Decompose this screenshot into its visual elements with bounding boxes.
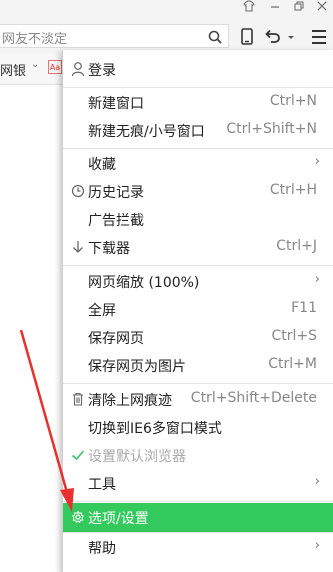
chevron-down-icon[interactable]: ⌄ <box>31 59 39 70</box>
shortcut-label: Ctrl+H <box>269 182 317 198</box>
menu-item-ad-block[interactable]: 广告拦截 <box>63 205 333 233</box>
shortcut-label: Ctrl+S <box>271 328 317 344</box>
menu-divider <box>63 383 333 384</box>
menu-item-label: 历史记录 <box>88 185 144 201</box>
menu-item-label: 新建窗口 <box>88 96 144 112</box>
menu-icon[interactable] <box>308 26 330 48</box>
menu-item-options-settings[interactable]: 选项/设置 <box>63 503 333 532</box>
shortcut-label: Ctrl+Shift+N <box>226 121 317 137</box>
chevron-right-icon: › <box>314 474 320 489</box>
menu-item-history[interactable]: 历史记录 Ctrl+H <box>63 177 333 205</box>
trash-icon <box>71 391 85 407</box>
undo-icon[interactable] <box>262 26 284 48</box>
search-icon[interactable] <box>207 29 223 45</box>
menu-item-label: 帮助 <box>88 541 116 557</box>
address-bar[interactable]: 网友不淡定 <box>0 24 229 48</box>
menu-item-zoom[interactable]: 网页缩放 (100%) › <box>63 267 333 295</box>
menu-item-label: 收藏 <box>88 157 116 173</box>
menu-item-label: 工具 <box>88 477 116 493</box>
gear-icon <box>71 509 85 525</box>
aa-badge-icon[interactable]: Aa <box>48 60 62 74</box>
check-icon <box>71 447 85 463</box>
dropdown-icon[interactable] <box>285 26 297 48</box>
menu-item-help[interactable]: 帮助 › <box>63 533 333 561</box>
menu-item-tools[interactable]: 工具 › <box>63 469 333 497</box>
shortcut-label: Ctrl+Shift+Delete <box>190 390 317 406</box>
menu-item-label: 保存网页 <box>88 331 144 347</box>
mobile-icon[interactable] <box>236 26 258 48</box>
shortcut-label: Ctrl+M <box>268 356 317 372</box>
shortcut-label: Ctrl+N <box>269 93 317 109</box>
browser-toolbar: 网友不淡定 <box>0 18 333 54</box>
user-icon <box>71 61 85 77</box>
skin-icon[interactable] <box>238 0 260 18</box>
menu-item-downloader[interactable]: 下载器 Ctrl+J <box>63 233 333 261</box>
clock-icon <box>71 183 85 199</box>
close-icon[interactable] <box>311 0 333 18</box>
menu-item-label: 下载器 <box>88 241 130 257</box>
title-bar <box>0 0 333 18</box>
menu-item-label: 保存网页为图片 <box>88 359 186 375</box>
chevron-right-icon: › <box>314 538 320 553</box>
menu-item-label: 广告拦截 <box>88 213 144 229</box>
shortcut-label: F11 <box>291 300 317 316</box>
chevron-right-icon: › <box>314 272 320 287</box>
menu-item-label: 选项/设置 <box>88 511 149 527</box>
menu-item-label: 网页缩放 (100%) <box>88 275 200 291</box>
minimize-icon[interactable] <box>264 0 286 18</box>
menu-item-label: 新建无痕/小号窗口 <box>88 124 205 140</box>
menu-item-new-window[interactable]: 新建窗口 Ctrl+N <box>63 88 333 116</box>
menu-item-label: 登录 <box>88 63 116 79</box>
menu-item-save-page[interactable]: 保存网页 Ctrl+S <box>63 323 333 351</box>
menu-item-label: 设置默认浏览器 <box>88 449 186 465</box>
shortcut-label: Ctrl+J <box>276 238 317 254</box>
menu-item-save-page-image[interactable]: 保存网页为图片 Ctrl+M <box>63 351 333 379</box>
menu-item-label: 清除上网痕迹 <box>88 393 172 409</box>
bookmark-item-label[interactable]: 网银 <box>0 60 26 79</box>
restore-icon[interactable] <box>288 0 310 18</box>
menu-item-clear-traces[interactable]: 清除上网痕迹 Ctrl+Shift+Delete <box>63 385 333 413</box>
menu-item-new-incognito-window[interactable]: 新建无痕/小号窗口 Ctrl+Shift+N <box>63 116 333 144</box>
menu-item-fullscreen[interactable]: 全屏 F11 <box>63 295 333 323</box>
menu-divider <box>63 501 333 502</box>
menu-divider <box>63 265 333 266</box>
menu-item-set-default-browser: 设置默认浏览器 <box>63 441 333 469</box>
menu-item-favorites[interactable]: 收藏 › <box>63 149 333 177</box>
chevron-right-icon: › <box>314 154 320 169</box>
address-text: 网友不淡定 <box>2 32 68 47</box>
download-icon <box>71 239 85 255</box>
main-menu: 登录 新建窗口 Ctrl+N 新建无痕/小号窗口 Ctrl+Shift+N 收藏… <box>62 50 333 572</box>
menu-item-login[interactable]: 登录 <box>63 55 333 83</box>
menu-item-ie6-mode[interactable]: 切换到IE6多窗口模式 <box>63 413 333 441</box>
menu-item-label: 全屏 <box>88 303 116 319</box>
menu-item-label: 切换到IE6多窗口模式 <box>88 421 222 437</box>
